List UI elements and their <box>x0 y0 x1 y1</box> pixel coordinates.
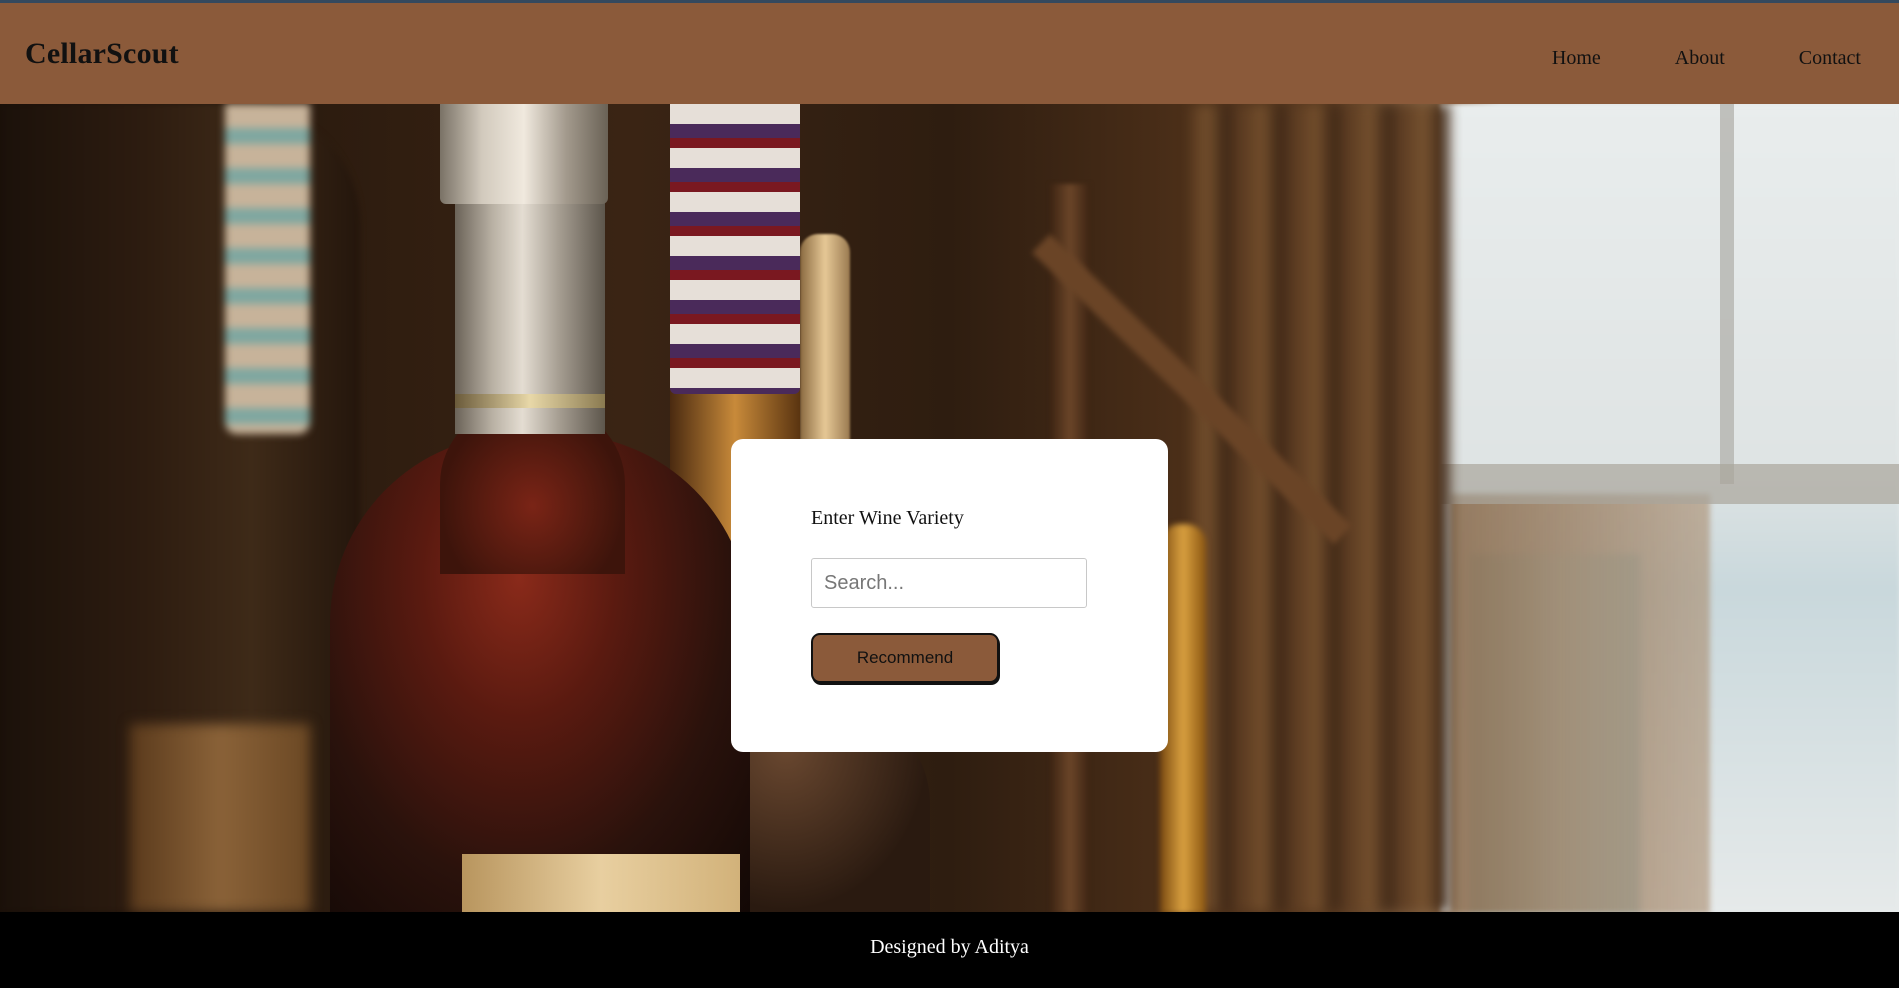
main-bottle-ring <box>455 394 605 408</box>
nav-link-home[interactable]: Home <box>1552 43 1601 73</box>
bottle-label-left <box>130 724 310 912</box>
striped-bottle-capsule <box>670 104 800 394</box>
search-card: Enter Wine Variety Recommend <box>731 439 1168 752</box>
site-header: CellarScout Home About Contact <box>0 3 1899 104</box>
search-label: Enter Wine Variety <box>811 507 964 529</box>
site-footer: Designed by Aditya <box>0 912 1899 988</box>
bottle-capsule-left <box>225 104 310 434</box>
main-bottle-label <box>462 854 740 912</box>
search-input[interactable] <box>811 558 1087 608</box>
recommend-button[interactable]: Recommend <box>811 633 999 683</box>
window-mullion <box>1720 104 1734 484</box>
window-frame <box>1450 494 1710 912</box>
main-bottle-capsule <box>440 104 608 204</box>
window-transom <box>1440 464 1899 504</box>
nav-link-contact[interactable]: Contact <box>1799 43 1861 73</box>
brand-logo[interactable]: CellarScout <box>25 37 179 71</box>
main-nav: Home About Contact <box>1552 43 1899 73</box>
footer-credit: Designed by Aditya <box>870 936 1029 958</box>
nav-link-about[interactable]: About <box>1675 43 1725 73</box>
